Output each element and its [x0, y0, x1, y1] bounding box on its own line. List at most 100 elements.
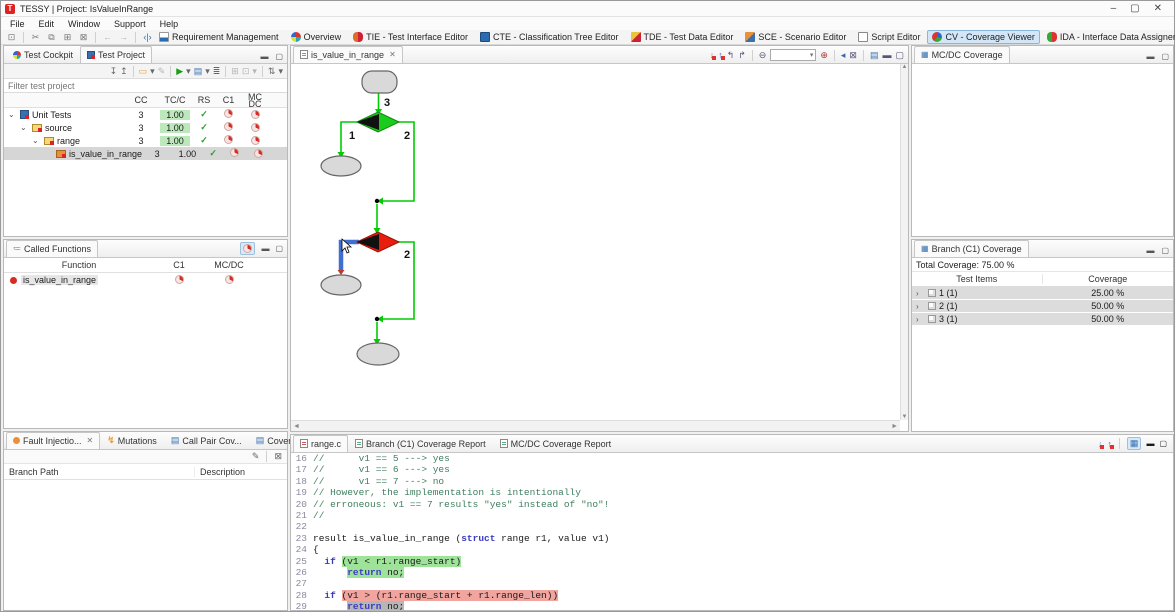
- cut-icon[interactable]: ✂: [29, 32, 42, 43]
- maximize-panel-icon[interactable]: ▢: [1161, 52, 1169, 61]
- end-node[interactable]: [357, 343, 399, 365]
- perspective-script[interactable]: Script Editor: [853, 30, 925, 44]
- tab-close-icon[interactable]: ✕: [389, 50, 396, 59]
- exit-node-2[interactable]: [321, 275, 361, 295]
- flow-horizontal-scrollbar[interactable]: ◄ ►: [291, 420, 900, 431]
- report-icon[interactable]: ▤: [194, 66, 203, 77]
- edit-icon[interactable]: ✎: [158, 66, 166, 77]
- paste-icon[interactable]: ⊞: [61, 32, 74, 43]
- new-item-dropdown-icon[interactable]: ▾: [252, 66, 257, 77]
- tab-mutations[interactable]: ↯Mutations: [100, 432, 164, 449]
- menu-support[interactable]: Support: [107, 19, 153, 29]
- perspective-overview[interactable]: Overview: [286, 30, 347, 44]
- coverage-row[interactable]: ›2 (1)50.00 %: [912, 300, 1173, 313]
- tree-row-is_value_in_range[interactable]: is_value_in_range31.00✓: [4, 147, 287, 160]
- minimize-button[interactable]: –: [1111, 3, 1117, 14]
- maximize-button[interactable]: ▢: [1130, 3, 1139, 14]
- maximize-panel-icon[interactable]: ▢: [275, 52, 283, 61]
- run-tests-icon[interactable]: ▶: [176, 66, 183, 77]
- tree-row-source[interactable]: ⌄source31.00✓: [4, 121, 287, 134]
- edit-entry-icon[interactable]: ✎: [252, 451, 260, 462]
- menu-window[interactable]: Window: [61, 19, 107, 29]
- minimize-panel-icon[interactable]: ▬: [1146, 439, 1154, 448]
- save-icon[interactable]: ⊡: [5, 32, 18, 43]
- tab-call-pair-cov-[interactable]: ▤Call Pair Cov...: [164, 432, 249, 449]
- minimize-panel-icon[interactable]: ▬: [1146, 52, 1154, 61]
- flowchart-canvas[interactable]: 3 1 2 2: [291, 64, 900, 420]
- dropdown-icon[interactable]: ▾: [150, 66, 155, 77]
- tab-flow-is-value-in-range[interactable]: is_value_in_range ✕: [293, 46, 403, 63]
- step-into-icon[interactable]: ↰: [727, 50, 735, 61]
- tab-branch-coverage[interactable]: ▦ Branch (C1) Coverage: [914, 240, 1029, 257]
- scroll-down-icon[interactable]: ▼: [902, 414, 908, 420]
- tab-called-functions[interactable]: ≔ Called Functions: [6, 240, 98, 257]
- perspective-ida[interactable]: IDA - Interface Data Assigner: [1042, 30, 1175, 44]
- copy-icon[interactable]: ⧉: [45, 32, 58, 43]
- filter-test-project-input[interactable]: [8, 81, 273, 91]
- zoom-out-icon[interactable]: ⊖: [759, 50, 767, 61]
- previous-view-icon[interactable]: ◂: [841, 50, 846, 61]
- chevron-expanded-icon[interactable]: ⌄: [20, 123, 29, 132]
- filter-icon[interactable]: ⇅: [268, 66, 276, 77]
- tree-row-Unit Tests[interactable]: ⌄Unit Tests31.00✓: [4, 108, 287, 121]
- perspective-requirement[interactable]: Requirement Management: [154, 30, 284, 44]
- called-function-row[interactable]: is_value_in_range: [4, 273, 287, 287]
- tab-fault-injectio-[interactable]: Fault Injectio...✕: [6, 432, 100, 449]
- export-icon[interactable]: ↥: [120, 66, 128, 77]
- flow-vertical-scrollbar[interactable]: ▲ ▼: [900, 64, 908, 420]
- maximize-panel-icon[interactable]: ▢: [275, 244, 283, 253]
- zoom-level-combo[interactable]: ▾: [770, 49, 816, 61]
- tab-close-icon[interactable]: ✕: [87, 436, 94, 445]
- maximize-panel-icon[interactable]: ▢: [1161, 246, 1169, 255]
- decision-node-2[interactable]: [357, 232, 399, 252]
- zoom-in-icon[interactable]: ⊕: [820, 50, 828, 61]
- coverage-row[interactable]: ›3 (1)50.00 %: [912, 313, 1173, 326]
- menu-edit[interactable]: Edit: [32, 19, 62, 29]
- perspective-tde[interactable]: TDE - Test Data Editor: [626, 30, 739, 44]
- scroll-left-icon[interactable]: ◄: [293, 423, 300, 430]
- scroll-up-icon[interactable]: ▲: [902, 64, 908, 70]
- code-editor[interactable]: 16// v1 == 5 ---> yes17// v1 == 6 ---> y…: [291, 453, 1173, 610]
- back-icon[interactable]: ←: [101, 32, 114, 42]
- perspective-sce[interactable]: SCE - Scenario Editor: [740, 30, 851, 44]
- chevron-collapsed-icon[interactable]: ›: [916, 302, 925, 311]
- minimize-panel-icon[interactable]: ▬: [1146, 246, 1154, 255]
- menu-file[interactable]: File: [3, 19, 32, 29]
- filter-dropdown-icon[interactable]: ▾: [278, 66, 283, 77]
- new-folder-icon[interactable]: ⊞: [231, 66, 239, 77]
- code-view-icon[interactable]: ‹|›: [141, 32, 154, 42]
- next-marker-icon[interactable]: ↓: [710, 50, 715, 60]
- tab-mc-dc-coverage-report[interactable]: MC/DC Coverage Report: [493, 435, 619, 452]
- tab-branch-c1-coverage-report[interactable]: Branch (C1) Coverage Report: [348, 435, 493, 452]
- tab-test-project[interactable]: Test Project: [80, 46, 152, 63]
- perspective-tie[interactable]: TIE - Test Interface Editor: [348, 30, 473, 44]
- close-button[interactable]: ✕: [1154, 3, 1162, 14]
- minimize-panel-icon[interactable]: ▬: [260, 52, 268, 61]
- import-icon[interactable]: ↧: [110, 66, 118, 77]
- coverage-row[interactable]: ›1 (1)25.00 %: [912, 287, 1173, 300]
- maximize-panel-icon[interactable]: ▢: [895, 50, 904, 61]
- run-dropdown-icon[interactable]: ▾: [186, 66, 191, 77]
- tab-range-c[interactable]: range.c: [293, 435, 348, 452]
- maximize-panel-icon[interactable]: ▢: [1159, 439, 1167, 448]
- perspective-cv[interactable]: CV - Coverage Viewer: [927, 30, 1039, 44]
- tab-mcdc-coverage[interactable]: ▦ MC/DC Coverage: [914, 46, 1010, 63]
- menu-help[interactable]: Help: [153, 19, 186, 29]
- delete-icon[interactable]: ⊠: [77, 32, 90, 43]
- chevron-expanded-icon[interactable]: ⌄: [8, 110, 17, 119]
- chevron-collapsed-icon[interactable]: ›: [916, 289, 925, 298]
- minimize-panel-icon[interactable]: ▬: [882, 50, 891, 60]
- coverage-highlight-toggle[interactable]: ▦: [1127, 437, 1142, 450]
- show-coverage-toggle[interactable]: [240, 242, 255, 255]
- flow-report-icon[interactable]: ▤: [870, 50, 879, 61]
- scroll-right-icon[interactable]: ►: [891, 423, 898, 430]
- delete-entry-icon[interactable]: ⊠: [274, 451, 282, 462]
- decision-node-1[interactable]: [357, 112, 399, 132]
- start-node[interactable]: [362, 71, 397, 93]
- exit-node-1[interactable]: [321, 156, 361, 176]
- chevron-expanded-icon[interactable]: ⌄: [32, 136, 41, 145]
- minimize-panel-icon[interactable]: ▬: [261, 244, 269, 253]
- new-module-icon[interactable]: ⊡: [242, 66, 250, 77]
- report-dropdown-icon[interactable]: ▾: [205, 66, 210, 77]
- tree-row-range[interactable]: ⌄range31.00✓: [4, 134, 287, 147]
